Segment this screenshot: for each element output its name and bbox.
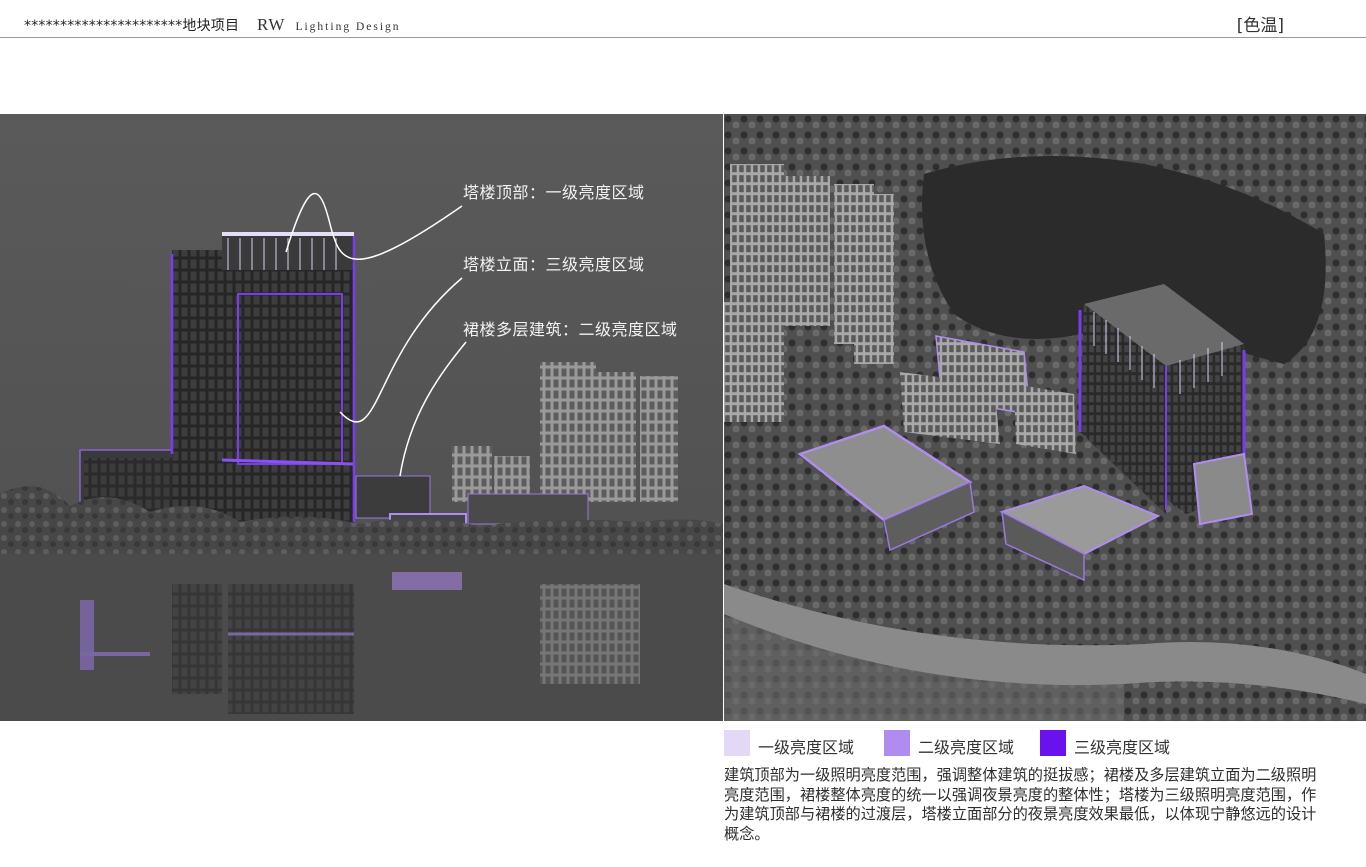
callout-tower-facade: 塔楼立面：三级亮度区域 bbox=[463, 255, 645, 274]
project-title: **********************地块项目 bbox=[24, 18, 240, 34]
legend-label-level-3: 三级亮度区域 bbox=[1074, 738, 1171, 757]
legend-label-level-1: 一级亮度区域 bbox=[758, 738, 855, 757]
legend-swatch-level-2 bbox=[884, 730, 910, 756]
aerial-view-image bbox=[724, 114, 1366, 721]
legend-label-level-2: 二级亮度区域 bbox=[918, 738, 1015, 757]
callout-tower-top: 塔楼顶部：一级亮度区域 bbox=[463, 183, 645, 202]
legend-swatch-level-3 bbox=[1040, 730, 1066, 756]
legend-swatch-level-1 bbox=[724, 730, 750, 756]
elevation-view-image bbox=[0, 114, 723, 721]
section-tag: [色温] bbox=[1236, 16, 1284, 36]
brand-rw: RW bbox=[257, 15, 286, 34]
callout-podium: 裙楼多层建筑：二级亮度区域 bbox=[463, 320, 678, 339]
brand-logo: RW Lighting Design bbox=[257, 15, 401, 35]
header-bar: **********************地块项目 RW Lighting D… bbox=[0, 0, 1366, 38]
description-text: 建筑顶部为一级照明亮度范围，强调整体建筑的挺拔感；裙楼及多层建筑立面为二级照明亮… bbox=[724, 766, 1317, 843]
brand-lighting-design: Lighting Design bbox=[295, 21, 401, 33]
